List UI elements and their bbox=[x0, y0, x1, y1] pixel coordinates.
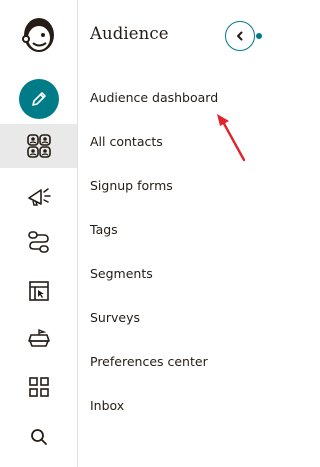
rail-item-website[interactable] bbox=[0, 271, 77, 311]
nav-item-inbox[interactable]: Inbox bbox=[90, 398, 124, 414]
audience-nav-panel: Audience Audience dashboard All contacts… bbox=[78, 0, 270, 467]
rail-item-automations[interactable] bbox=[0, 222, 77, 262]
automations-icon bbox=[27, 231, 49, 253]
rail-item-campaigns[interactable] bbox=[0, 175, 77, 215]
nav-item-signup-forms[interactable]: Signup forms bbox=[90, 178, 173, 194]
search-icon bbox=[30, 429, 47, 445]
rail-item-integrations[interactable] bbox=[0, 367, 77, 407]
content-studio-icon bbox=[27, 328, 50, 347]
nav-item-tags[interactable]: Tags bbox=[90, 222, 118, 238]
rail-item-audience[interactable] bbox=[0, 124, 77, 168]
nav-item-segments[interactable]: Segments bbox=[90, 266, 153, 282]
rail-item-search[interactable] bbox=[0, 417, 77, 457]
rail-item-content-studio[interactable] bbox=[0, 318, 77, 358]
integrations-grid-icon bbox=[28, 377, 49, 397]
panel-title: Audience bbox=[90, 24, 169, 43]
pencil-icon bbox=[18, 79, 59, 119]
campaigns-megaphone-icon bbox=[27, 188, 51, 206]
audience-icon bbox=[26, 134, 51, 158]
create-button[interactable] bbox=[0, 77, 77, 121]
nav-item-audience-dashboard[interactable]: Audience dashboard bbox=[90, 90, 218, 106]
nav-item-all-contacts[interactable]: All contacts bbox=[90, 134, 163, 150]
collapse-handle-dot bbox=[256, 33, 262, 39]
icon-rail bbox=[0, 0, 78, 467]
nav-item-preferences-center[interactable]: Preferences center bbox=[90, 354, 208, 370]
nav-item-surveys[interactable]: Surveys bbox=[90, 310, 140, 326]
app-root: Audience Audience dashboard All contacts… bbox=[0, 0, 270, 467]
mailchimp-logo-icon[interactable] bbox=[0, 10, 77, 60]
chevron-left-icon bbox=[237, 31, 243, 41]
website-icon bbox=[28, 281, 49, 301]
collapse-panel-button[interactable] bbox=[225, 21, 255, 51]
